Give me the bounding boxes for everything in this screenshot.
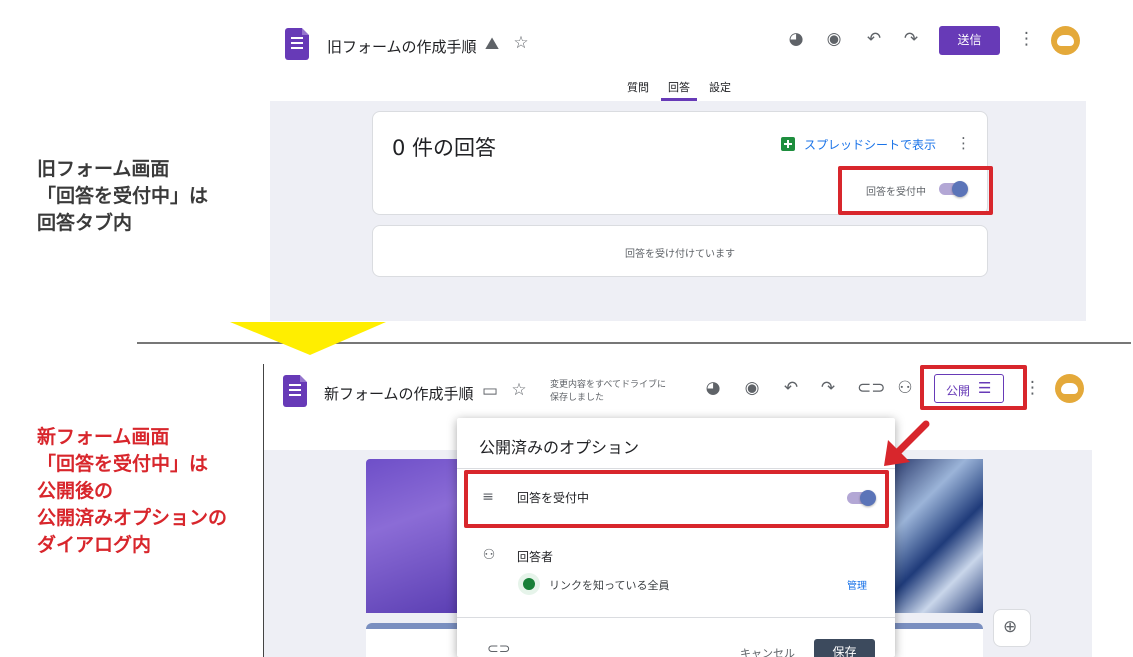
preview-eye-icon[interactable]: ◉ bbox=[823, 31, 845, 48]
old-form-header: 旧フォームの作成手順 ⛰ ☆ ◕ ◉ ↶ ↷ 送信 ⋮ 質問 回答 設定 bbox=[270, 0, 1086, 101]
accepting-status-card: 回答を受け付けています bbox=[372, 225, 988, 277]
save-status-line: 変更内容をすべてドライブに bbox=[550, 380, 667, 390]
drive-add-icon[interactable]: ⛰ bbox=[482, 36, 502, 53]
avatar[interactable] bbox=[1051, 26, 1080, 55]
save-status-line: 保存しました bbox=[550, 393, 605, 403]
palette-icon[interactable]: ◕ bbox=[785, 31, 807, 48]
add-collaborator-icon[interactable]: ⚇ bbox=[894, 380, 916, 397]
annotation-line: ダイアログ内 bbox=[37, 534, 152, 556]
redo-icon[interactable]: ↷ bbox=[818, 380, 838, 397]
dialog-divider bbox=[457, 617, 895, 618]
avatar[interactable] bbox=[1055, 374, 1084, 403]
forms-logo-icon bbox=[285, 28, 309, 60]
cancel-button[interactable]: キャンセル bbox=[740, 645, 795, 657]
new-form-title[interactable]: 新フォームの作成手順 bbox=[324, 383, 474, 404]
old-annotation: 旧フォーム画面 「回答を受付中」は 回答タブ内 bbox=[37, 156, 208, 237]
link-icon[interactable]: ⊂⊃ bbox=[487, 642, 510, 656]
undo-icon[interactable]: ↶ bbox=[781, 380, 801, 397]
old-form-title[interactable]: 旧フォームの作成手順 bbox=[327, 36, 477, 57]
tab-settings[interactable]: 設定 bbox=[702, 79, 738, 95]
forms-logo-icon bbox=[283, 375, 307, 407]
annotation-line: 公開済みオプションの bbox=[37, 507, 228, 529]
dialog-highlight-box bbox=[464, 470, 889, 528]
old-highlight-box bbox=[838, 166, 993, 215]
save-status: 変更内容をすべてドライブに 保存しました bbox=[550, 379, 666, 405]
link-icon[interactable]: ⊂⊃ bbox=[857, 380, 886, 397]
more-vert-icon[interactable]: ⋮ bbox=[956, 136, 971, 151]
responses-count-heading: 0 件の回答 bbox=[392, 136, 497, 160]
send-button[interactable]: 送信 bbox=[939, 26, 1000, 55]
tab-questions[interactable]: 質問 bbox=[620, 79, 656, 95]
link-access-text: リンクを知っている全員 bbox=[549, 579, 670, 592]
dialog-divider bbox=[457, 468, 895, 469]
add-circle-icon: ⊕ bbox=[1003, 617, 1018, 637]
star-icon[interactable]: ☆ bbox=[509, 382, 529, 399]
annotation-line: 旧フォーム画面 bbox=[37, 158, 170, 180]
view-in-sheets-link[interactable]: スプレッドシートで表示 bbox=[804, 136, 936, 153]
annotation-line: 「回答を受付中」は bbox=[37, 185, 209, 207]
annotation-line: 「回答を受付中」は bbox=[37, 453, 209, 475]
annotation-line: 回答タブ内 bbox=[37, 212, 133, 234]
manage-link[interactable]: 管理 bbox=[847, 577, 867, 592]
undo-icon[interactable]: ↶ bbox=[864, 31, 884, 48]
add-question-button[interactable]: ⊕ bbox=[993, 609, 1031, 647]
star-icon[interactable]: ☆ bbox=[511, 35, 531, 52]
accepting-responses-message: 回答を受け付けています bbox=[625, 249, 735, 260]
globe-icon bbox=[518, 573, 540, 595]
more-vert-icon[interactable]: ⋮ bbox=[1018, 31, 1035, 48]
preview-eye-icon[interactable]: ◉ bbox=[741, 380, 763, 397]
folder-icon[interactable]: ▭ bbox=[480, 383, 500, 400]
person-add-icon: ⚇ bbox=[482, 547, 496, 563]
save-button[interactable]: 保存 bbox=[814, 639, 875, 657]
new-annotation: 新フォーム画面 「回答を受付中」は 公開後の 公開済みオプションの ダイアログ内 bbox=[37, 424, 227, 559]
tab-responses[interactable]: 回答 bbox=[661, 79, 697, 95]
publish-highlight-box bbox=[920, 365, 1027, 410]
header-image-right bbox=[893, 459, 983, 613]
red-arrow-icon bbox=[884, 420, 930, 466]
annotation-line: 新フォーム画面 bbox=[37, 426, 170, 448]
published-options-dialog: 公開済みのオプション ≡ 回答を受付中 ⚇ 回答者 リンクを知っている全員 管理… bbox=[457, 418, 895, 657]
down-arrow-icon bbox=[230, 322, 386, 355]
annotation-line: 公開後の bbox=[37, 480, 114, 502]
sheets-icon bbox=[781, 137, 795, 151]
responders-label: 回答者 bbox=[517, 550, 554, 564]
redo-icon[interactable]: ↷ bbox=[901, 31, 921, 48]
dialog-title: 公開済みのオプション bbox=[479, 438, 640, 457]
header-image-left bbox=[366, 459, 460, 613]
palette-icon[interactable]: ◕ bbox=[702, 380, 724, 397]
